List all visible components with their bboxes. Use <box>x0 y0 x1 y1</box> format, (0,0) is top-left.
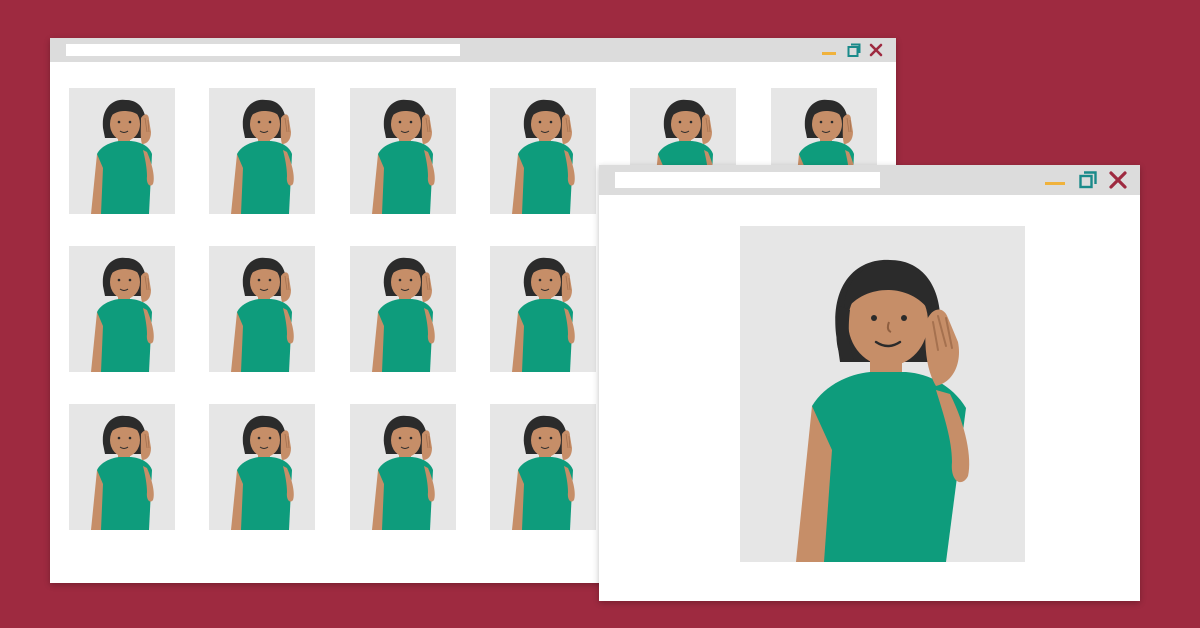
speaker-window <box>599 165 1140 601</box>
participant-avatar <box>230 257 295 372</box>
video-tile[interactable] <box>209 246 315 372</box>
gallery-titlebar[interactable] <box>50 38 896 62</box>
speaker-avatar <box>796 259 970 562</box>
speaker-titlebar[interactable] <box>599 165 1140 195</box>
video-tile[interactable] <box>209 88 315 214</box>
video-tile[interactable] <box>350 88 456 214</box>
participant-avatar <box>371 99 436 214</box>
video-tile[interactable] <box>490 246 596 372</box>
close-icon <box>1109 171 1127 189</box>
speaker-maximize-button[interactable] <box>1079 171 1097 189</box>
participant-avatar <box>90 257 155 372</box>
active-speaker-video[interactable] <box>740 226 1025 562</box>
video-tile[interactable] <box>490 404 596 530</box>
gallery-maximize-button[interactable] <box>847 43 861 57</box>
video-tile[interactable] <box>350 246 456 372</box>
participant-avatar <box>511 415 576 530</box>
gallery-minimize-button[interactable] <box>822 44 836 56</box>
participant-avatar <box>511 99 576 214</box>
minimize-icon <box>822 52 836 55</box>
participant-avatar <box>230 415 295 530</box>
maximize-icon <box>1079 171 1097 189</box>
speaker-minimize-button[interactable] <box>1045 173 1065 187</box>
participant-avatar <box>511 257 576 372</box>
minimize-icon <box>1045 182 1065 185</box>
participant-avatar <box>371 415 436 530</box>
maximize-icon <box>847 43 861 57</box>
gallery-close-button[interactable] <box>869 43 883 57</box>
gallery-title-field[interactable] <box>66 44 460 56</box>
close-icon <box>869 43 883 57</box>
video-tile[interactable] <box>209 404 315 530</box>
speaker-title-field[interactable] <box>615 172 880 188</box>
video-tile[interactable] <box>69 404 175 530</box>
participant-avatar <box>90 99 155 214</box>
participant-avatar <box>230 99 295 214</box>
speaker-close-button[interactable] <box>1109 171 1127 189</box>
participant-avatar <box>371 257 436 372</box>
video-tile[interactable] <box>69 246 175 372</box>
video-tile[interactable] <box>490 88 596 214</box>
participant-avatar <box>90 415 155 530</box>
video-tile[interactable] <box>69 88 175 214</box>
video-tile[interactable] <box>350 404 456 530</box>
